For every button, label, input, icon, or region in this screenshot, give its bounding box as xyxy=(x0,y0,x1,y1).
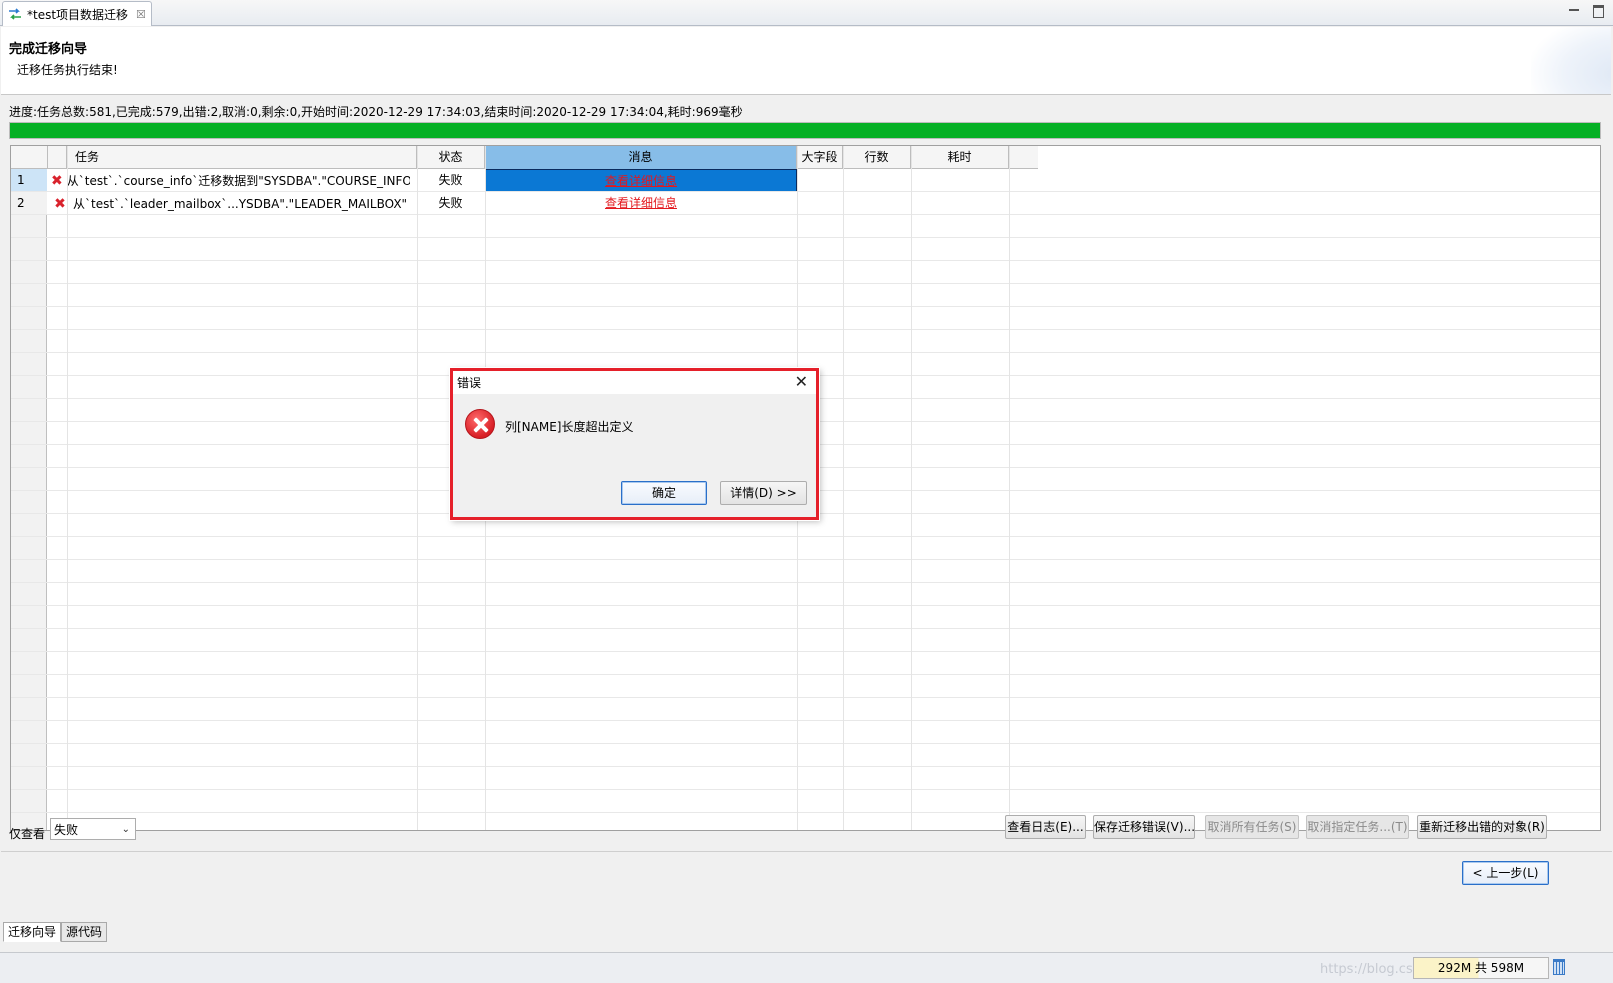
error-icon xyxy=(465,409,495,439)
cancel-all-button[interactable]: 取消所有任务(S) xyxy=(1205,815,1299,839)
grid-line xyxy=(11,191,1600,192)
header-icon-col xyxy=(48,146,67,169)
header-message[interactable]: 消息 xyxy=(485,146,797,169)
divider xyxy=(1,851,1612,852)
wizard-header: 完成迁移向导 迁移任务执行结束! xyxy=(1,27,1611,95)
grid-line xyxy=(11,743,1600,744)
grid-line xyxy=(11,260,1600,261)
grid-line xyxy=(11,237,1600,238)
grid-line xyxy=(11,766,1600,767)
heap-status: 292M 共 598M xyxy=(1413,957,1549,979)
header-corner xyxy=(11,146,48,169)
trash-icon[interactable] xyxy=(1553,959,1565,975)
filter-value: 失败 xyxy=(54,822,79,837)
message-cell[interactable]: 查看详细信息 xyxy=(485,192,797,215)
grid-line xyxy=(11,582,1600,583)
status-cell: 失败 xyxy=(438,173,463,187)
ok-button[interactable]: 确定 xyxy=(621,481,707,505)
editor-tab-bar: *test项目数据迁移 ☒ xyxy=(0,0,1613,26)
dialog-title: 错误 xyxy=(457,376,482,390)
dialog-titlebar: 错误 ✕ xyxy=(453,371,816,394)
view-details-link[interactable]: 查看详细信息 xyxy=(605,174,677,188)
grid-line xyxy=(11,674,1600,675)
error-dialog: 错误 ✕ 列[NAME]长度超出定义 确定 详情(D) >> xyxy=(450,368,819,520)
migrate-icon xyxy=(9,8,21,20)
view-details-link[interactable]: 查看详细信息 xyxy=(605,196,677,210)
close-icon[interactable]: ✕ xyxy=(795,372,808,392)
status-bar: https://blog.csdn.net/...677 292M 共 598M xyxy=(0,952,1613,983)
tab-source-code[interactable]: 源代码 xyxy=(61,922,108,942)
header-rows[interactable]: 行数 xyxy=(843,146,911,169)
editor-tab-title: *test项目数据迁移 xyxy=(27,7,129,22)
chevron-down-icon: ⌄ xyxy=(121,824,130,835)
task-cell: ✖ 从`test`.`leader_mailbox`...YSDBA"."LEA… xyxy=(48,192,410,215)
grid-column-line xyxy=(417,146,418,830)
header-lob[interactable]: 大字段 xyxy=(797,146,843,169)
save-errors-button[interactable]: 保存迁移错误(V)... xyxy=(1093,815,1195,839)
grid-column-line xyxy=(911,146,912,830)
grid-line xyxy=(11,651,1600,652)
message-cell[interactable]: 查看详细信息 xyxy=(485,169,797,192)
row-number-column xyxy=(11,146,47,830)
details-button[interactable]: 详情(D) >> xyxy=(720,481,807,505)
status-cell: 失败 xyxy=(438,196,463,210)
grid-column-line xyxy=(67,146,68,830)
grid-line xyxy=(11,720,1600,721)
grid-line xyxy=(11,306,1600,307)
row-number: 2 xyxy=(11,192,47,215)
task-text: 从`test`.`leader_mailbox`...YSDBA"."LEADE… xyxy=(73,196,408,211)
header-elapsed[interactable]: 耗时 xyxy=(911,146,1009,169)
dialog-message: 列[NAME]长度超出定义 xyxy=(505,420,634,434)
table-row[interactable]: 1 ✖ 从`test`.`course_info`迁移数据到"SYSDBA"."… xyxy=(11,169,1600,192)
minimize-icon[interactable] xyxy=(1567,3,1581,17)
row-number: 1 xyxy=(11,169,47,192)
view-log-button[interactable]: 查看日志(E)... xyxy=(1005,815,1086,839)
grid-line xyxy=(11,283,1600,284)
grid-column-line xyxy=(843,146,844,830)
wizard-title: 完成迁移向导 xyxy=(9,42,88,57)
previous-step-button[interactable]: < 上一步(L) xyxy=(1462,861,1549,885)
grid-line xyxy=(11,697,1600,698)
filter-select[interactable]: 失败 ⌄ xyxy=(50,818,136,840)
grid-line xyxy=(11,789,1600,790)
progress-fill xyxy=(10,123,1600,138)
page-tabs: 迁移向导 源代码 xyxy=(3,922,108,942)
task-cell: ✖ 从`test`.`course_info`迁移数据到"SYSDBA"."CO… xyxy=(48,169,410,192)
grid-line xyxy=(11,628,1600,629)
tab-migration-wizard[interactable]: 迁移向导 xyxy=(3,922,62,942)
grid-line xyxy=(11,536,1600,537)
filter-label: 仅查看 xyxy=(9,827,46,841)
maximize-icon[interactable] xyxy=(1591,3,1605,18)
grid-line xyxy=(11,812,1600,813)
editor-tab[interactable]: *test项目数据迁移 ☒ xyxy=(2,1,152,26)
remigrate-errors-button[interactable]: 重新迁移出错的对象(R) xyxy=(1417,815,1547,839)
grid-line xyxy=(11,214,1600,215)
grid-line xyxy=(11,559,1600,560)
wizard-description: 迁移任务执行结束! xyxy=(17,63,118,77)
wizard-banner-graphic xyxy=(1531,27,1611,94)
grid-column-line xyxy=(1009,146,1010,830)
app-window: *test项目数据迁移 ☒ 完成迁移向导 迁移任务执行结束! 进度:任务总数:5… xyxy=(0,0,1613,983)
grid-line xyxy=(11,329,1600,330)
progress-bar xyxy=(9,122,1601,139)
table-row[interactable]: 2 ✖ 从`test`.`leader_mailbox`...YSDBA"."L… xyxy=(11,192,1600,215)
tab-close-icon[interactable]: ☒ xyxy=(136,8,146,21)
error-x-icon: ✖ xyxy=(51,172,63,189)
progress-text: 进度:任务总数:581,已完成:579,出错:2,取消:0,剩余:0,开始时间:… xyxy=(9,105,743,119)
grid-line xyxy=(11,605,1600,606)
header-task[interactable]: 任务 xyxy=(67,146,417,169)
grid-line xyxy=(11,352,1600,353)
table-header: 任务 状态 消息 大字段 行数 耗时 xyxy=(11,146,1038,169)
cancel-selected-button[interactable]: 取消指定任务...(T) xyxy=(1306,815,1409,839)
header-status[interactable]: 状态 xyxy=(417,146,485,169)
task-text: 从`test`.`course_info`迁移数据到"SYSDBA"."COUR… xyxy=(66,173,410,188)
